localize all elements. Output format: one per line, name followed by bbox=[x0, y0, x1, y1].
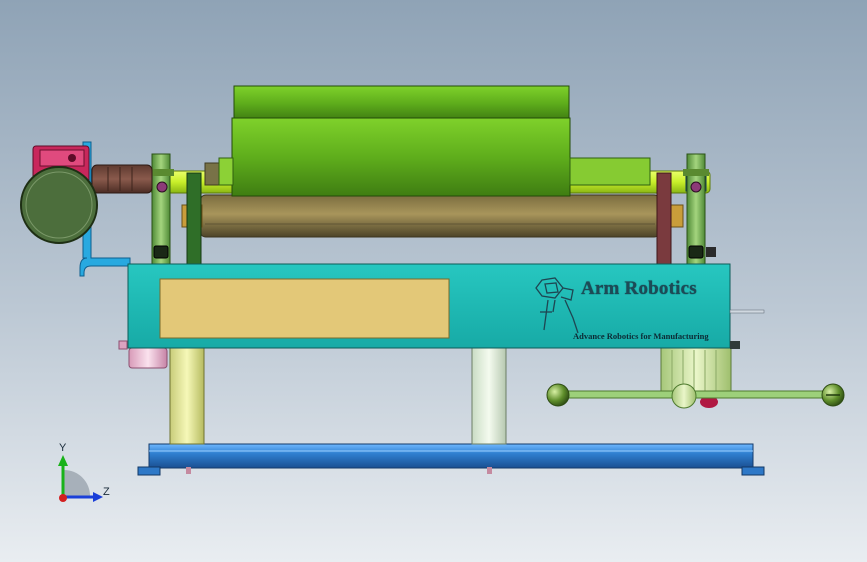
panel-screw bbox=[730, 341, 740, 349]
motor-coupling bbox=[91, 164, 153, 194]
support-leg-right[interactable] bbox=[471, 347, 507, 445]
side-bracket-right[interactable] bbox=[683, 153, 716, 267]
cad-viewport[interactable] bbox=[0, 0, 867, 562]
drive-belt-left[interactable] bbox=[186, 172, 202, 267]
base-bolt bbox=[487, 467, 492, 474]
base-foot-right bbox=[741, 466, 765, 476]
axis-triad[interactable] bbox=[58, 455, 103, 502]
axis-y-label: Y bbox=[59, 442, 67, 454]
main-roller[interactable] bbox=[199, 194, 661, 238]
panel-pin bbox=[729, 309, 765, 314]
handle-knob-center[interactable] bbox=[671, 383, 697, 409]
handwheel-assembly[interactable] bbox=[546, 347, 845, 409]
base-bolt bbox=[186, 467, 191, 474]
base-plate[interactable] bbox=[137, 443, 765, 476]
brand-tagline: Advance Robotics for Manufacturing bbox=[573, 331, 709, 341]
drive-motor[interactable] bbox=[20, 145, 153, 244]
label-plate bbox=[159, 278, 450, 339]
green-cover[interactable] bbox=[218, 85, 651, 197]
brand-name: Arm Robotics bbox=[581, 278, 697, 299]
base-foot-left bbox=[137, 466, 161, 476]
support-leg-left[interactable] bbox=[169, 347, 205, 445]
axis-z-label: Z bbox=[103, 486, 110, 498]
drive-belt-right[interactable] bbox=[656, 172, 672, 267]
motor-end-cap[interactable] bbox=[20, 166, 98, 244]
x-axis-origin-icon bbox=[59, 494, 67, 502]
handle-knob-left[interactable] bbox=[546, 383, 570, 407]
